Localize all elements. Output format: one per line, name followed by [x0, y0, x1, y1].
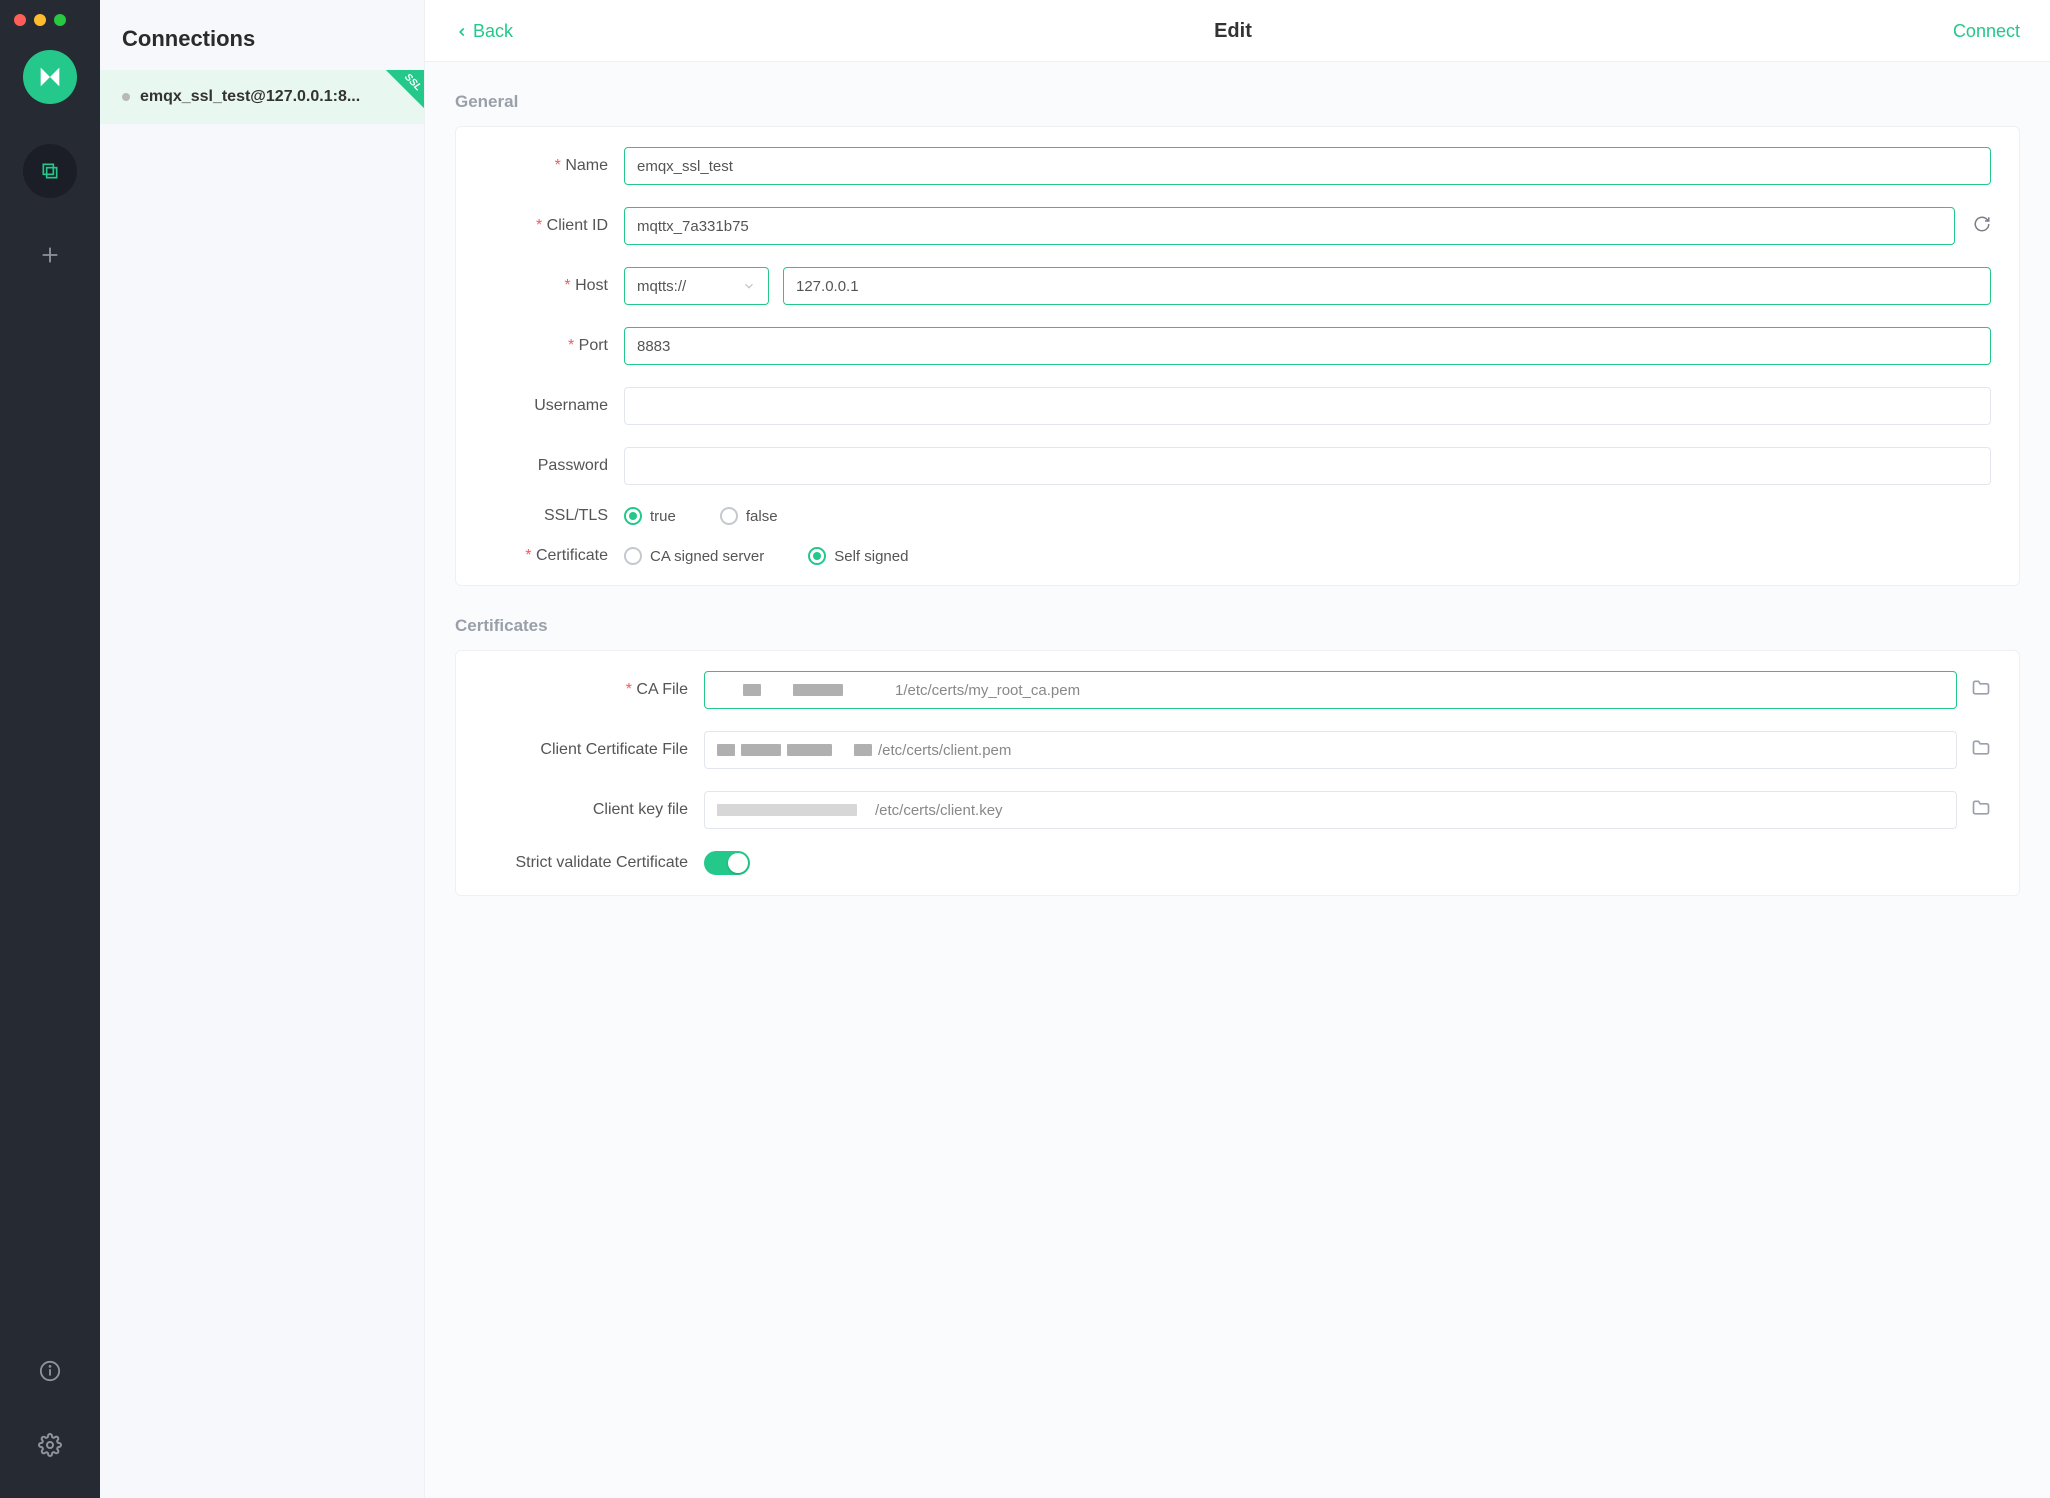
host-input[interactable]: [783, 267, 1991, 305]
window-controls[interactable]: [0, 8, 66, 26]
folder-icon: [1971, 798, 1991, 818]
connections-panel: Connections emqx_ssl_test@127.0.0.1:8...…: [100, 0, 425, 1498]
connect-button[interactable]: Connect: [1953, 21, 2020, 42]
section-certificates-title: Certificates: [455, 616, 2020, 636]
status-dot-icon: [122, 93, 130, 101]
label-ca-file: CA File: [484, 681, 704, 699]
name-input[interactable]: [624, 147, 1991, 185]
back-button[interactable]: Back: [455, 21, 513, 42]
label-client-key-file: Client key file: [484, 801, 704, 819]
label-host: Host: [484, 277, 624, 295]
minimize-window-icon[interactable]: [34, 14, 46, 26]
app-logo[interactable]: [23, 50, 77, 104]
label-name: Name: [484, 157, 624, 175]
connections-title: Connections: [100, 0, 424, 70]
connection-item[interactable]: emqx_ssl_test@127.0.0.1:8... SSL: [100, 70, 424, 124]
client-cert-browse-button[interactable]: [1971, 738, 1991, 762]
label-client-cert-file: Client Certificate File: [484, 741, 704, 759]
section-general-title: General: [455, 92, 2020, 112]
label-ssl-tls: SSL/TLS: [484, 507, 624, 525]
info-icon: [39, 1360, 61, 1382]
nav-settings-button[interactable]: [23, 1418, 77, 1472]
client-cert-file-input[interactable]: /etc/certs/client.pem: [704, 731, 1957, 769]
ca-file-browse-button[interactable]: [1971, 678, 1991, 702]
certificates-card: CA File 1/etc/certs/my_root_ca.pem: [455, 650, 2020, 896]
plus-icon: [39, 244, 61, 266]
label-client-id: Client ID: [484, 217, 624, 235]
connection-item-label: emqx_ssl_test@127.0.0.1:8...: [140, 88, 360, 106]
page-title: Edit: [1214, 20, 1252, 43]
nav-rail: [0, 0, 100, 1498]
gear-icon: [38, 1433, 62, 1457]
label-password: Password: [484, 457, 624, 475]
label-certificate: Certificate: [484, 547, 624, 565]
general-card: Name Client ID Host: [455, 126, 2020, 586]
nav-connections-button[interactable]: [23, 144, 77, 198]
label-port: Port: [484, 337, 624, 355]
close-window-icon[interactable]: [14, 14, 26, 26]
client-cert-path-tail: /etc/certs/client.pem: [878, 742, 1011, 759]
chevron-left-icon: [455, 25, 469, 39]
label-username: Username: [484, 397, 624, 415]
nav-new-button[interactable]: [23, 228, 77, 282]
strict-validate-toggle[interactable]: [704, 851, 750, 875]
copy-stack-icon: [40, 161, 60, 181]
cert-ca-signed-radio[interactable]: CA signed server: [624, 547, 764, 565]
ssl-true-radio[interactable]: true: [624, 507, 676, 525]
client-id-input[interactable]: [624, 207, 1955, 245]
label-strict-validate: Strict validate Certificate: [484, 854, 704, 872]
scheme-value: mqtts://: [637, 278, 686, 295]
client-key-file-input[interactable]: /etc/certs/client.key: [704, 791, 1957, 829]
folder-icon: [1971, 678, 1991, 698]
scheme-select[interactable]: mqtts://: [624, 267, 769, 305]
nav-info-button[interactable]: [23, 1344, 77, 1398]
top-bar: Back Edit Connect: [425, 0, 2050, 62]
client-key-path-tail: /etc/certs/client.key: [875, 802, 1003, 819]
port-input[interactable]: [624, 327, 1991, 365]
password-input[interactable]: [624, 447, 1991, 485]
ssl-false-radio[interactable]: false: [720, 507, 778, 525]
client-key-browse-button[interactable]: [1971, 798, 1991, 822]
chevron-down-icon: [742, 279, 756, 293]
username-input[interactable]: [624, 387, 1991, 425]
mqttx-logo-icon: [36, 63, 64, 91]
refresh-icon: [1973, 215, 1991, 233]
maximize-window-icon[interactable]: [54, 14, 66, 26]
ssl-badge: SSL: [370, 70, 424, 124]
ca-file-path-tail: 1/etc/certs/my_root_ca.pem: [895, 682, 1080, 699]
main-area: Back Edit Connect General Name Client ID: [425, 0, 2050, 1498]
folder-icon: [1971, 738, 1991, 758]
ca-file-input[interactable]: 1/etc/certs/my_root_ca.pem: [704, 671, 1957, 709]
refresh-client-id-button[interactable]: [1969, 215, 1991, 237]
cert-self-signed-radio[interactable]: Self signed: [808, 547, 908, 565]
